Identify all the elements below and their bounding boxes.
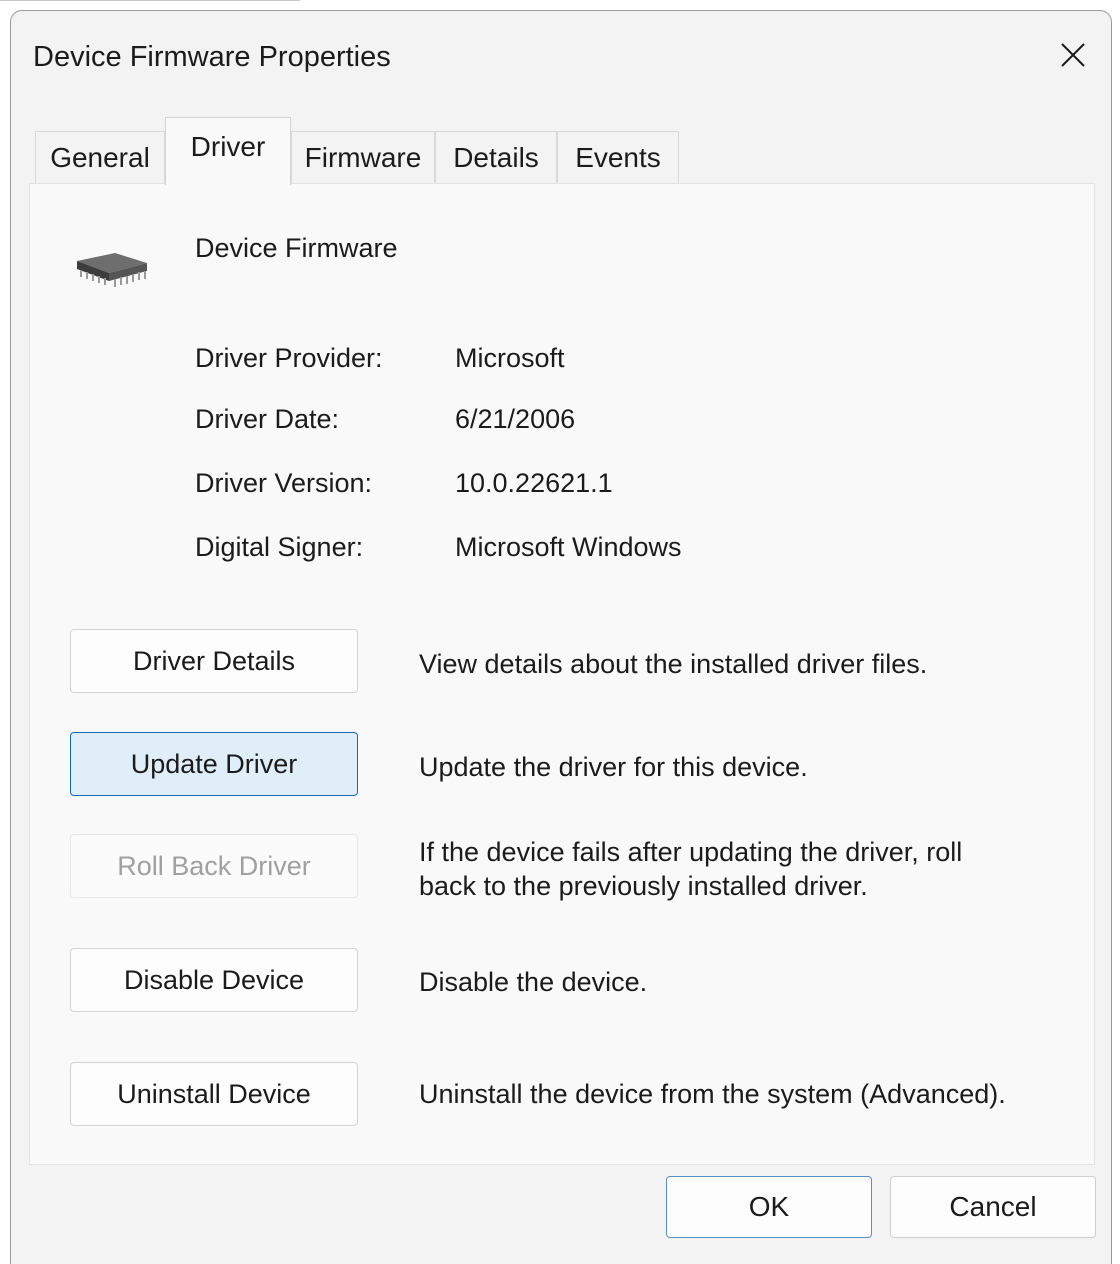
driver-details-button[interactable]: Driver Details <box>70 629 358 693</box>
properties-dialog: Device Firmware Properties General Drive… <box>10 10 1112 1264</box>
chip-icon <box>77 253 147 287</box>
driver-provider-value: Microsoft <box>455 343 565 373</box>
disable-device-button[interactable]: Disable Device <box>70 948 358 1012</box>
driver-provider-label: Driver Provider: <box>195 343 383 373</box>
close-button[interactable] <box>1055 37 1091 73</box>
update-driver-button[interactable]: Update Driver <box>70 732 358 796</box>
driver-version-label: Driver Version: <box>195 468 373 498</box>
digital-signer-value: Microsoft Windows <box>455 532 682 562</box>
roll-back-description-line1: If the device fails after updating the d… <box>419 837 963 867</box>
driver-version-value: 10.0.22621.1 <box>455 468 613 498</box>
roll-back-driver-button: Roll Back Driver <box>70 834 358 898</box>
tab-events[interactable]: Events <box>557 131 679 183</box>
roll-back-driver-description: If the device fails after updating the d… <box>419 835 1069 903</box>
digital-signer-label: Digital Signer: <box>195 532 364 562</box>
roll-back-description-line2: back to the previously installed driver. <box>419 871 868 901</box>
driver-details-description: View details about the installed driver … <box>419 649 928 679</box>
ok-button[interactable]: OK <box>666 1176 872 1238</box>
tab-driver[interactable]: Driver <box>165 117 291 185</box>
background-window-edge <box>0 0 300 1</box>
driver-date-label: Driver Date: <box>195 404 340 434</box>
dialog-title: Device Firmware Properties <box>33 41 391 73</box>
close-icon <box>1061 43 1085 67</box>
uninstall-device-button[interactable]: Uninstall Device <box>70 1062 358 1126</box>
update-driver-description: Update the driver for this device. <box>419 752 808 782</box>
cancel-button[interactable]: Cancel <box>890 1176 1096 1238</box>
tab-firmware[interactable]: Firmware <box>291 131 435 183</box>
driver-date-value: 6/21/2006 <box>455 404 576 434</box>
tab-general[interactable]: General <box>35 131 165 183</box>
tab-details[interactable]: Details <box>435 131 557 183</box>
device-name: Device Firmware <box>195 233 398 263</box>
disable-device-description: Disable the device. <box>419 967 648 997</box>
uninstall-device-description: Uninstall the device from the system (Ad… <box>419 1079 1006 1109</box>
